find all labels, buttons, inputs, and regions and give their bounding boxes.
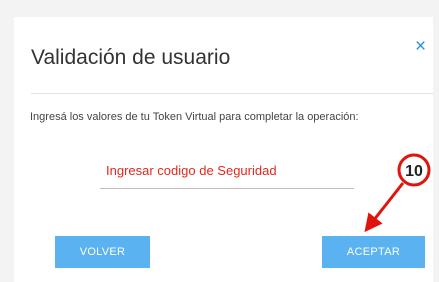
title-divider bbox=[31, 93, 433, 94]
instructions-text: Ingresá los valores de tu Token Virtual … bbox=[30, 111, 359, 123]
close-icon[interactable]: × bbox=[415, 37, 426, 56]
back-button[interactable]: VOLVER bbox=[55, 236, 150, 268]
user-validation-dialog: Validación de usuario × Ingresá los valo… bbox=[14, 17, 433, 282]
accept-button[interactable]: ACEPTAR bbox=[322, 236, 425, 268]
dialog-title: Validación de usuario bbox=[31, 46, 231, 69]
security-code-input[interactable] bbox=[100, 153, 354, 189]
